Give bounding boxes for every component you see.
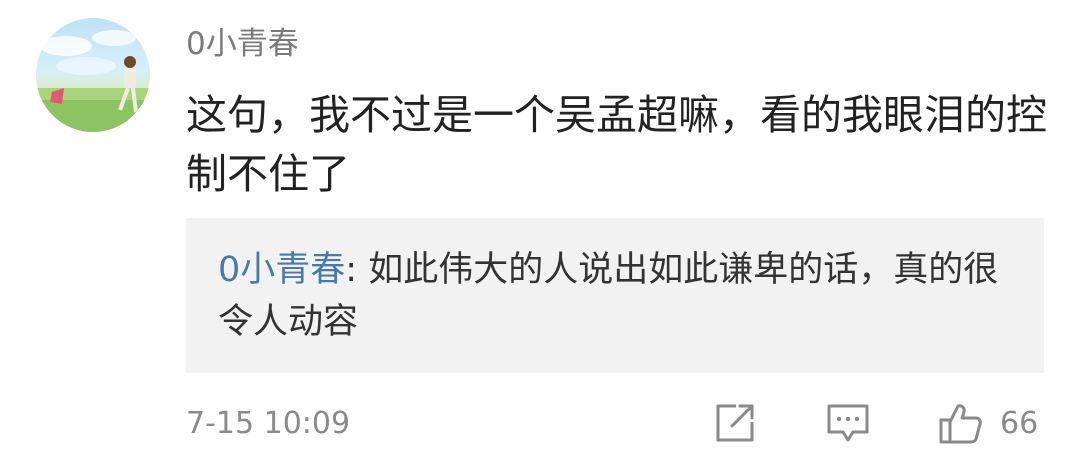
comment-button[interactable]	[825, 400, 871, 446]
comment-bubble-icon	[827, 404, 869, 442]
comment-text: 这句，我不过是一个吴孟超嘛，看的我眼泪的控制不住了	[186, 91, 1047, 198]
user-avatar[interactable]	[36, 18, 150, 132]
reply-content: 0小青春: 如此伟大的人说出如此谦卑的话，真的很令人动容	[218, 244, 1014, 348]
reply-separator: :	[345, 250, 369, 290]
comment-timestamp: 7-15 10:09	[186, 406, 351, 441]
reply-author-name[interactable]: 0小青春	[218, 250, 345, 290]
thumbs-up-icon	[939, 404, 982, 444]
avatar-photo-icon	[36, 30, 150, 132]
like-button[interactable]	[938, 400, 984, 446]
like-count: 66	[1000, 406, 1039, 441]
comment-author-name[interactable]: 0小青春	[186, 22, 299, 66]
reply-box[interactable]: 0小青春: 如此伟大的人说出如此谦卑的话，真的很令人动容	[186, 218, 1044, 373]
share-button[interactable]	[712, 400, 758, 446]
share-edit-icon	[716, 404, 754, 442]
